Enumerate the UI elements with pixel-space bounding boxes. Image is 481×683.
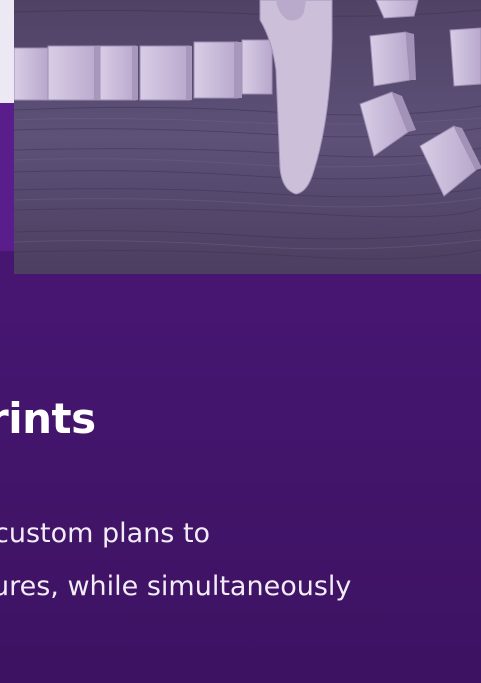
body-text-line: ures, while simultaneously: [0, 571, 352, 602]
section-heading: rints: [0, 394, 96, 443]
left-light-panel: [0, 0, 14, 103]
page: rints custom plans to ures, while simult…: [0, 0, 481, 683]
body-text-line: custom plans to: [0, 518, 211, 549]
left-accent-stripe: [0, 103, 14, 251]
dominoes-photo-icon: [14, 0, 481, 274]
hero-image: [14, 0, 481, 274]
